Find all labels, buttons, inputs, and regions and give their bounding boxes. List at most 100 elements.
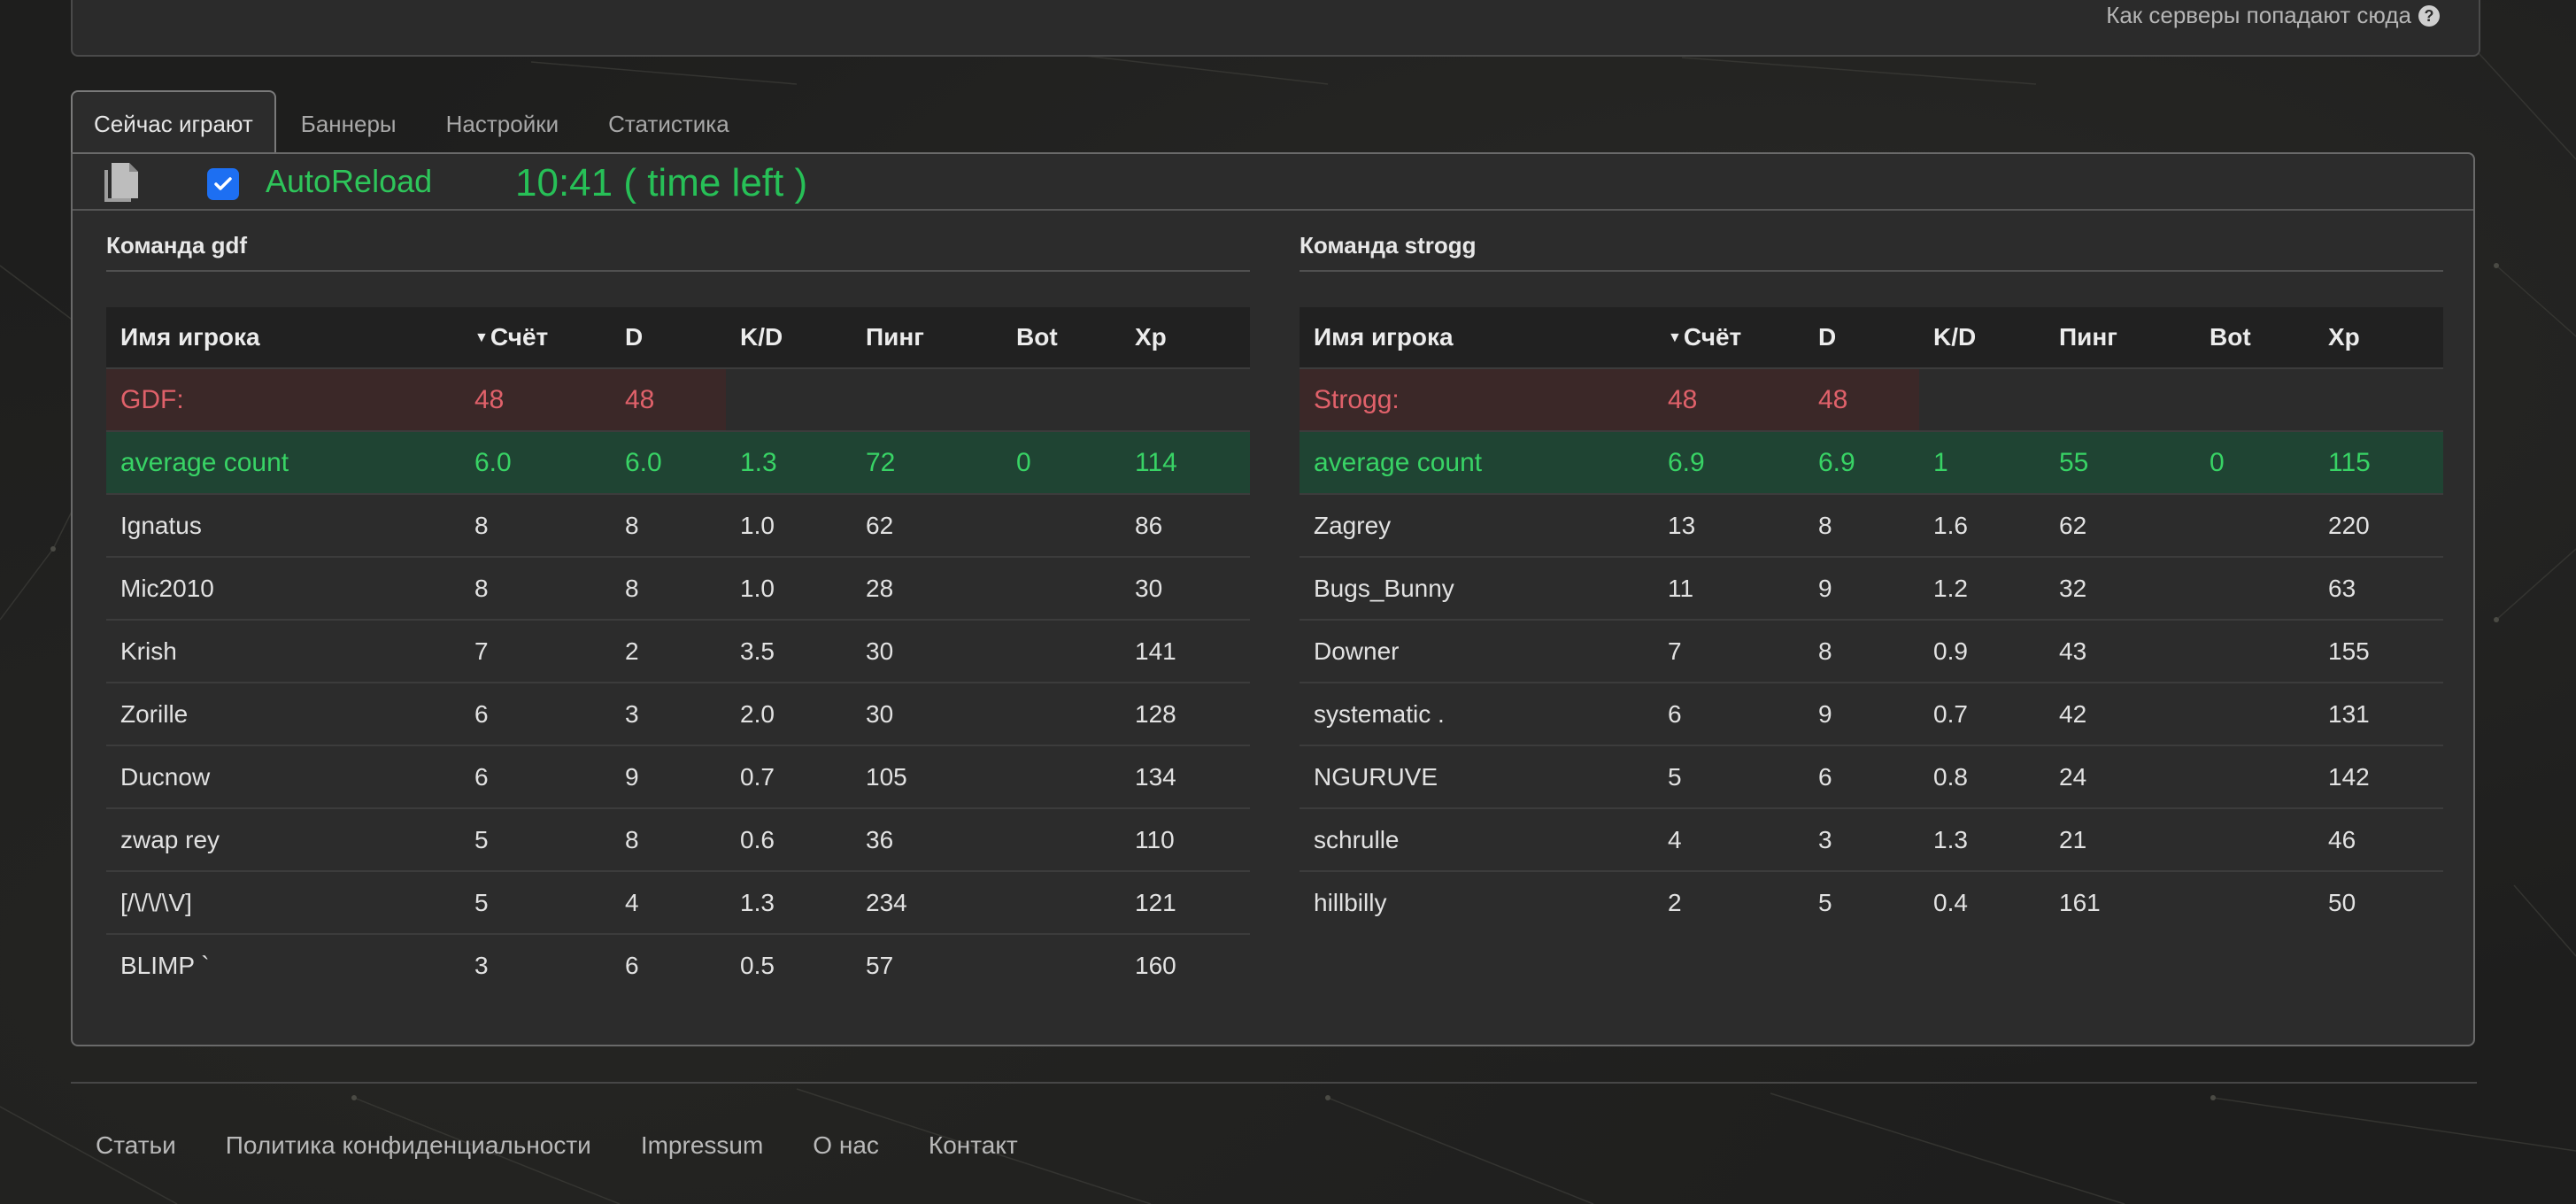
autoreload-label[interactable]: AutoReload	[266, 163, 432, 200]
table-header-row: Имя игрока ▼Счёт D K/D Пинг Bot Xp	[1300, 307, 2443, 368]
sort-desc-icon[interactable]: ▼	[1668, 330, 1682, 345]
player-name: Mic2010	[106, 556, 460, 620]
player-name: schrulle	[1300, 807, 1654, 871]
player-deaths: 9	[1804, 556, 1919, 620]
footer-link-contact[interactable]: Контакт	[929, 1131, 1018, 1160]
footer-link-articles[interactable]: Статьи	[96, 1131, 176, 1160]
player-bot	[1002, 745, 1121, 808]
player-ping: 30	[852, 619, 1002, 683]
player-row: Mic2010 8 8 1.0 28 30	[106, 556, 1250, 620]
average-label: average count	[106, 430, 460, 494]
player-bot	[1002, 933, 1121, 996]
table-header-row: Имя игрока ▼Счёт D K/D Пинг Bot Xp	[106, 307, 1250, 368]
average-row: average count 6.0 6.0 1.3 72 0 114	[106, 430, 1250, 494]
column-header-bot[interactable]: Bot	[1002, 307, 1121, 368]
player-deaths: 9	[611, 745, 726, 808]
copy-icon[interactable]	[99, 159, 145, 205]
time-left-timer: 10:41 ( time left )	[515, 161, 808, 205]
footer-divider	[71, 1082, 2477, 1084]
player-kd: 0.6	[726, 807, 852, 871]
player-row: [/\/\/\V] 5 4 1.3 234 121	[106, 870, 1250, 934]
player-xp: 110	[1121, 807, 1250, 871]
player-score: 13	[1654, 493, 1804, 557]
player-ping: 42	[2045, 682, 2195, 745]
column-header-deaths[interactable]: D	[1804, 307, 1919, 368]
player-xp: 131	[2314, 682, 2443, 745]
player-row: schrulle 4 3 1.3 21 46	[1300, 807, 2443, 871]
player-bot	[1002, 493, 1121, 557]
column-header-score[interactable]: ▼Счёт	[1654, 307, 1804, 368]
column-header-player-name[interactable]: Имя игрока	[1300, 307, 1654, 368]
sort-desc-icon[interactable]: ▼	[474, 330, 489, 345]
column-header-player-name[interactable]: Имя игрока	[106, 307, 460, 368]
player-kd: 1.0	[726, 556, 852, 620]
column-header-deaths[interactable]: D	[611, 307, 726, 368]
player-xp: 134	[1121, 745, 1250, 808]
player-deaths: 8	[1804, 619, 1919, 683]
player-kd: 1.2	[1919, 556, 2045, 620]
empty-cell	[726, 367, 852, 431]
player-name: systematic .	[1300, 682, 1654, 745]
player-xp: 63	[2314, 556, 2443, 620]
player-score: 8	[460, 556, 611, 620]
column-header-ping[interactable]: Пинг	[2045, 307, 2195, 368]
average-ping: 55	[2045, 430, 2195, 494]
column-header-xp[interactable]: Xp	[1121, 307, 1250, 368]
column-header-bot[interactable]: Bot	[2195, 307, 2314, 368]
average-xp: 114	[1121, 430, 1250, 494]
tab-bar: Сейчас играют Баннеры Настройки Статисти…	[71, 90, 754, 154]
player-bot	[2195, 556, 2314, 620]
player-score: 8	[460, 493, 611, 557]
team-summary-label: GDF:	[106, 367, 460, 431]
footer-link-about[interactable]: О нас	[813, 1131, 879, 1160]
column-header-ping[interactable]: Пинг	[852, 307, 1002, 368]
tab-now-playing[interactable]: Сейчас играют	[71, 90, 276, 154]
tab-settings[interactable]: Настройки	[421, 92, 584, 154]
column-header-score[interactable]: ▼Счёт	[460, 307, 611, 368]
player-kd: 2.0	[726, 682, 852, 745]
team-summary-score: 48	[1654, 367, 1804, 431]
player-bot	[1002, 807, 1121, 871]
player-bot	[2195, 807, 2314, 871]
team-gdf: Команда gdf Имя игрока ▼Счёт D K/D Пинг …	[106, 232, 1250, 996]
toolbar: AutoReload 10:41 ( time left )	[73, 154, 2473, 211]
player-deaths: 3	[611, 682, 726, 745]
player-name: hillbilly	[1300, 870, 1654, 933]
average-label: average count	[1300, 430, 1654, 494]
player-ping: 234	[852, 870, 1002, 934]
tab-banners[interactable]: Баннеры	[276, 92, 421, 154]
footer-link-impressum[interactable]: Impressum	[641, 1131, 763, 1160]
player-row: zwap rey 5 8 0.6 36 110	[106, 807, 1250, 871]
player-ping: 21	[2045, 807, 2195, 871]
player-row: Zorille 6 3 2.0 30 128	[106, 682, 1250, 745]
player-xp: 86	[1121, 493, 1250, 557]
average-deaths: 6.9	[1804, 430, 1919, 494]
column-header-kd[interactable]: K/D	[1919, 307, 2045, 368]
autoreload-checkbox[interactable]	[207, 168, 239, 200]
team-title: Команда strogg	[1300, 232, 2443, 272]
how-servers-get-here-label[interactable]: Как серверы попадают сюда	[2106, 2, 2411, 28]
player-deaths: 8	[611, 493, 726, 557]
empty-cell	[2045, 367, 2195, 431]
question-circle-icon[interactable]: ?	[2418, 5, 2440, 27]
player-deaths: 4	[611, 870, 726, 934]
empty-cell	[852, 367, 1002, 431]
how-servers-get-here-link[interactable]: Как серверы попадают сюда?	[2106, 2, 2440, 29]
tab-statistics[interactable]: Статистика	[583, 92, 754, 154]
player-row: Krish 7 2 3.5 30 141	[106, 619, 1250, 683]
player-ping: 161	[2045, 870, 2195, 933]
player-bot	[2195, 619, 2314, 683]
empty-cell	[2195, 367, 2314, 431]
player-row: Bugs_Bunny 11 9 1.2 32 63	[1300, 556, 2443, 620]
player-kd: 1.0	[726, 493, 852, 557]
column-header-xp[interactable]: Xp	[2314, 307, 2443, 368]
player-kd: 1.6	[1919, 493, 2045, 557]
column-header-score-label[interactable]: Счёт	[490, 323, 548, 351]
footer-link-privacy-policy[interactable]: Политика конфиденциальности	[226, 1131, 591, 1160]
players-table: Имя игрока ▼Счёт D K/D Пинг Bot Xp GDF: …	[106, 307, 1250, 996]
player-row: BLIMP ` 3 6 0.5 57 160	[106, 933, 1250, 996]
player-deaths: 8	[611, 807, 726, 871]
column-header-kd[interactable]: K/D	[726, 307, 852, 368]
column-header-score-label[interactable]: Счёт	[1684, 323, 1741, 351]
player-xp: 46	[2314, 807, 2443, 871]
